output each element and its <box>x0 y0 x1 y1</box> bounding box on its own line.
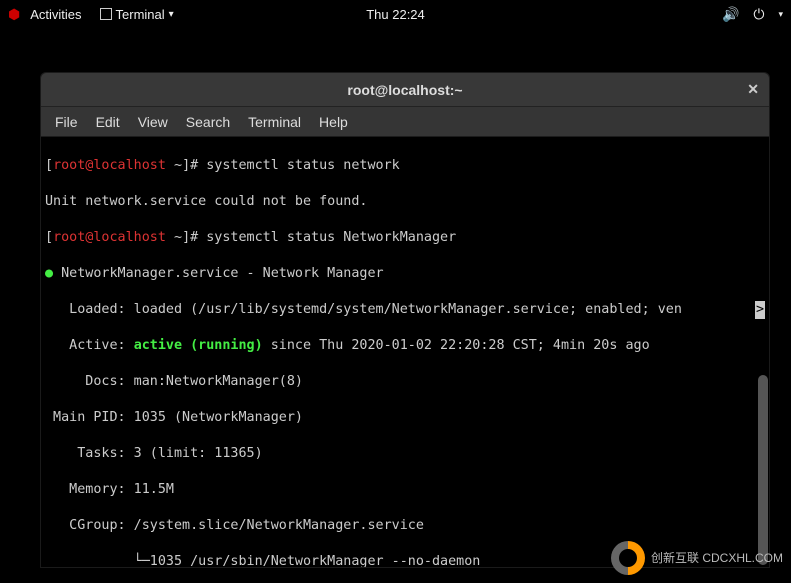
menubar: File Edit View Search Terminal Help <box>41 107 769 137</box>
output-line: Active: active (running) since Thu 2020-… <box>45 337 765 355</box>
menu-help[interactable]: Help <box>319 114 348 130</box>
prompt-line: [root@localhost ~]# systemctl status net… <box>45 157 765 175</box>
gnome-top-panel: ⬢ Activities Terminal ▾ Thu 22:24 🔊 ⏻ ▾ <box>0 0 791 28</box>
power-icon[interactable]: ⏻ <box>753 6 764 23</box>
watermark-text: 创新互联 CDCXHL.COM <box>651 552 783 565</box>
prompt-line: [root@localhost ~]# systemctl status Net… <box>45 229 765 247</box>
watermark-logo-icon <box>611 541 645 575</box>
menu-search[interactable]: Search <box>186 114 230 130</box>
terminal-output[interactable]: [root@localhost ~]# systemctl status net… <box>41 137 769 567</box>
volume-icon[interactable]: 🔊 <box>722 6 739 23</box>
app-indicator[interactable]: Terminal ▾ <box>100 7 174 22</box>
output-line: Memory: 11.5M <box>45 481 765 499</box>
terminal-window: root@localhost:~ ✕ File Edit View Search… <box>40 72 770 568</box>
chevron-down-icon: ▾ <box>169 9 174 20</box>
menu-edit[interactable]: Edit <box>96 114 120 130</box>
panel-clock[interactable]: Thu 22:24 <box>366 7 425 22</box>
overflow-indicator-icon: > <box>755 301 765 319</box>
menu-file[interactable]: File <box>55 114 78 130</box>
output-line: Unit network.service could not be found. <box>45 193 765 211</box>
window-title: root@localhost:~ <box>347 82 462 98</box>
output-line: Loaded: loaded (/usr/lib/systemd/system/… <box>45 301 765 319</box>
menu-terminal[interactable]: Terminal <box>248 114 301 130</box>
scrollbar[interactable] <box>758 375 768 565</box>
menu-view[interactable]: View <box>138 114 168 130</box>
output-line: Docs: man:NetworkManager(8) <box>45 373 765 391</box>
distro-logo-icon: ⬢ <box>8 6 20 23</box>
output-line: Tasks: 3 (limit: 11365) <box>45 445 765 463</box>
output-line: Main PID: 1035 (NetworkManager) <box>45 409 765 427</box>
status-dot-icon: ● <box>45 266 53 281</box>
terminal-icon <box>100 8 112 20</box>
output-line: CGroup: /system.slice/NetworkManager.ser… <box>45 517 765 535</box>
watermark: 创新互联 CDCXHL.COM <box>611 541 783 575</box>
window-titlebar[interactable]: root@localhost:~ ✕ <box>41 73 769 107</box>
output-line: ● NetworkManager.service - Network Manag… <box>45 265 765 283</box>
activities-button[interactable]: Activities <box>30 7 81 22</box>
app-indicator-label: Terminal <box>116 7 165 22</box>
chevron-down-icon[interactable]: ▾ <box>778 9 783 20</box>
close-icon[interactable]: ✕ <box>747 81 759 98</box>
